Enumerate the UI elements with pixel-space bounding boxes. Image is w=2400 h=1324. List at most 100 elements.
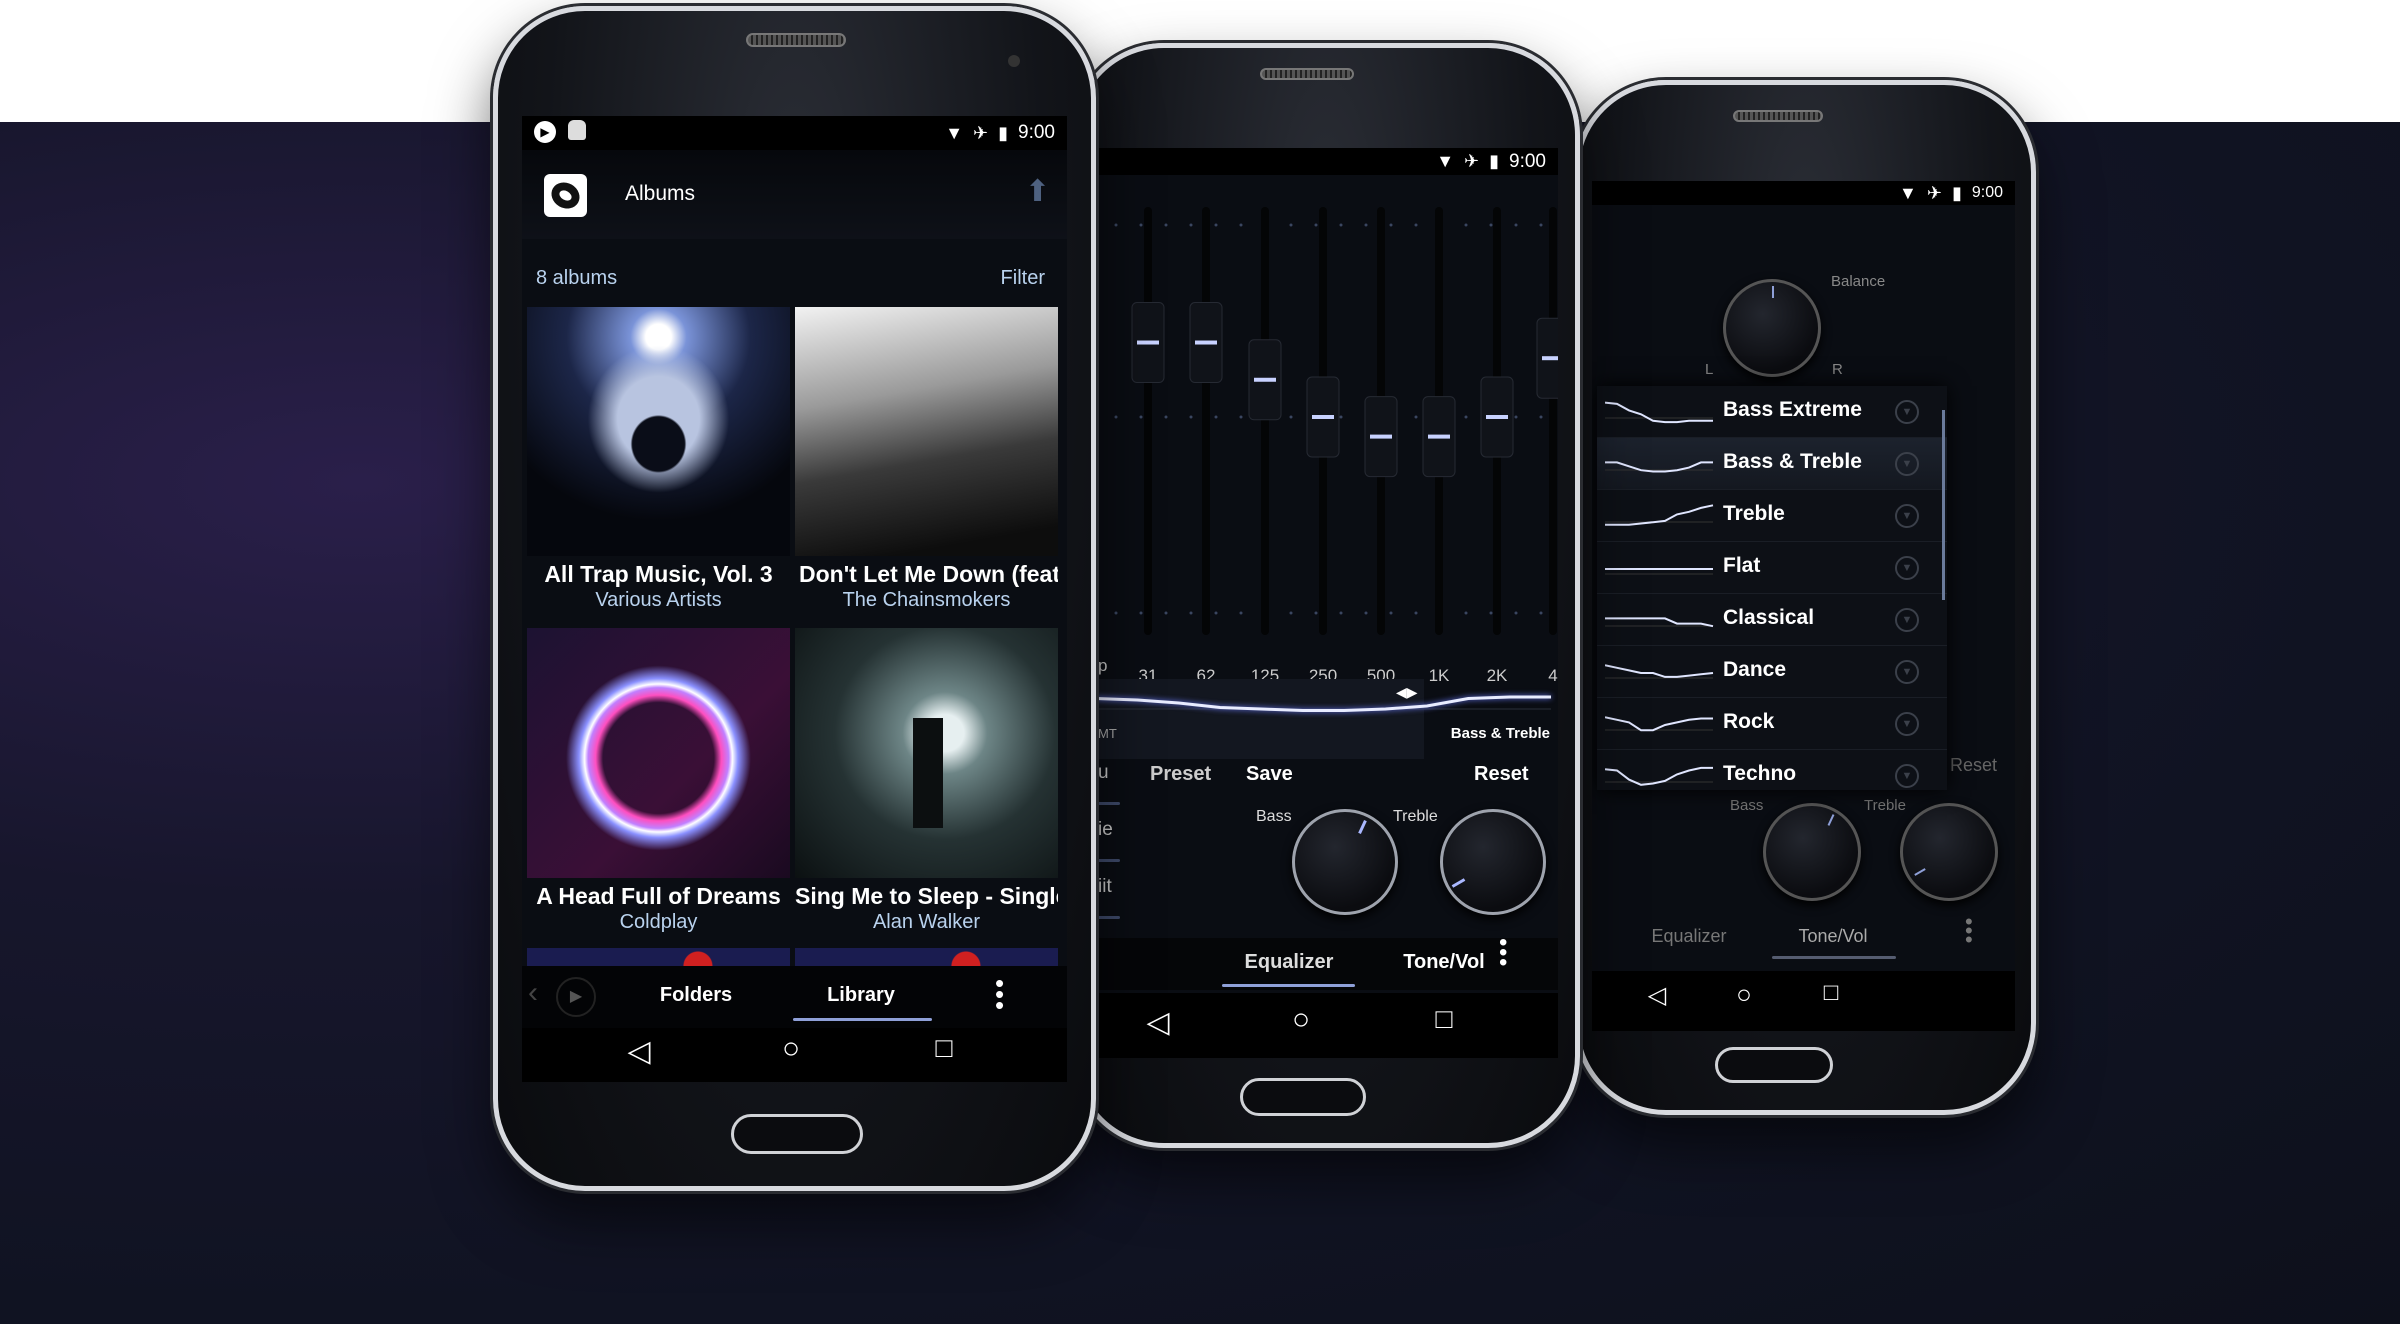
- play-circle-icon: ▶: [534, 121, 556, 143]
- airplane-icon: ✈: [973, 122, 989, 143]
- album-title: A Head Full of Dreams: [536, 883, 781, 909]
- mini-play-button[interactable]: ▶: [556, 977, 596, 1017]
- album-tile[interactable]: Sing Me to Sleep - Single Alan Walker: [795, 628, 1058, 949]
- grid-dot: [1339, 223, 1343, 227]
- nav-recents-icon[interactable]: □: [1801, 979, 1861, 1007]
- home-hardware-button[interactable]: [1240, 1078, 1366, 1116]
- slider-track[interactable]: [1261, 207, 1269, 635]
- preset-item[interactable]: Dance ▼: [1597, 646, 1947, 698]
- bass-knob[interactable]: [1763, 803, 1861, 901]
- album-tile[interactable]: A Head Full of Dreams Coldplay: [527, 628, 790, 949]
- grid-dot: [1289, 415, 1293, 419]
- preset-button[interactable]: Preset: [1150, 763, 1211, 786]
- preset-menu-icon[interactable]: ▼: [1895, 712, 1919, 736]
- bass-knob[interactable]: [1292, 809, 1398, 915]
- sidebar-fragment: MT: [1098, 726, 1117, 741]
- preset-item[interactable]: Flat ▼: [1597, 542, 1947, 594]
- grid-dot: [1539, 611, 1543, 615]
- up-arrow-icon[interactable]: ⬆: [1025, 174, 1050, 209]
- overflow-menu-icon[interactable]: • • •: [995, 970, 1004, 1018]
- preset-menu-icon[interactable]: ▼: [1895, 556, 1919, 580]
- preset-item[interactable]: Treble ▼: [1597, 490, 1947, 542]
- nav-bar: ◁ ○ □: [1592, 971, 2015, 1031]
- overflow-menu-icon[interactable]: • • •: [1965, 911, 1973, 951]
- grid-dot: [1289, 223, 1293, 227]
- slider-track[interactable]: [1144, 207, 1152, 635]
- balance-knob[interactable]: [1723, 279, 1821, 377]
- treble-knob-label: Treble: [1864, 797, 1906, 814]
- preset-menu-icon[interactable]: ▼: [1895, 608, 1919, 632]
- grid-dot: [1139, 223, 1143, 227]
- nav-back-icon[interactable]: ◁: [609, 1034, 669, 1069]
- preset-item[interactable]: Rock ▼: [1597, 698, 1947, 750]
- album-title: Sing Me to Sleep - Single: [795, 883, 1058, 909]
- slider-handle-line: [1137, 340, 1159, 345]
- filter-button[interactable]: Filter: [1001, 267, 1045, 290]
- preset-item[interactable]: Techno ▼: [1597, 750, 1947, 790]
- grid-dot: [1414, 223, 1418, 227]
- treble-knob[interactable]: [1440, 809, 1546, 915]
- preset-curve-icon: [1605, 568, 1713, 575]
- eq-sliders[interactable]: 31 62 125 250 500 1K 2K 4: [1096, 175, 1558, 685]
- slider-track[interactable]: [1549, 207, 1557, 635]
- grid-dot: [1114, 415, 1118, 419]
- active-tab-indicator: [1222, 984, 1355, 987]
- overflow-menu-icon[interactable]: • • •: [1499, 931, 1507, 975]
- status-bar: ▼ ✈ ▮ 9:00: [1096, 148, 1558, 175]
- preset-menu-icon[interactable]: ▼: [1895, 504, 1919, 528]
- home-hardware-button[interactable]: [731, 1114, 863, 1154]
- speaker-grille: [746, 33, 846, 47]
- promo-stage: ▼ ✈ ▮ 9:00 Balance L R Reset Bass Treble…: [0, 0, 2400, 1324]
- nav-home-icon[interactable]: ○: [1271, 1003, 1331, 1037]
- grid-dot: [1164, 415, 1168, 419]
- android-icon: [568, 120, 586, 140]
- preset-list-scrollbar[interactable]: [1942, 410, 1945, 600]
- preset-curve-icon: [1605, 664, 1714, 679]
- preset-curve-icon: [1605, 766, 1713, 786]
- preset-menu-icon[interactable]: ▼: [1895, 660, 1919, 684]
- album-tile[interactable]: All Trap Music, Vol. 3 Various Artists: [527, 307, 790, 628]
- tab-folders[interactable]: Folders: [616, 984, 776, 1007]
- preset-name: Dance: [1723, 658, 1787, 681]
- preset-list[interactable]: Bass Extreme ▼ Bass & Treble ▼ Treble ▼ Flat ▼ C…: [1597, 386, 1947, 790]
- preset-name: Treble: [1723, 502, 1785, 525]
- preset-menu-icon[interactable]: ▼: [1895, 400, 1919, 424]
- save-button[interactable]: Save: [1246, 763, 1293, 786]
- previous-chevron-icon[interactable]: ‹: [528, 976, 538, 1010]
- album-art: [527, 628, 790, 878]
- preset-menu-icon[interactable]: ▼: [1895, 764, 1919, 788]
- phone-equalizer: ▼ ✈ ▮ 9:00 31 62 125 250 500 1K 2K 4 p ◀▶ MT Ba…: [1072, 43, 1580, 1148]
- album-artist: The Chainsmokers: [842, 589, 1011, 611]
- slider-track[interactable]: [1202, 207, 1210, 635]
- tab-equalizer[interactable]: Equalizer: [1209, 951, 1369, 974]
- nav-recents-icon[interactable]: □: [914, 1032, 974, 1064]
- battery-charging-icon: ▮: [1489, 151, 1500, 171]
- preset-item[interactable]: Bass & Treble ▼: [1597, 438, 1947, 490]
- treble-knob[interactable]: [1900, 803, 1998, 901]
- tab-library[interactable]: Library: [781, 984, 941, 1007]
- preset-curve-line: [1605, 664, 1714, 678]
- wifi-icon: ▼: [1899, 182, 1917, 203]
- scroll-arrows-icon[interactable]: ◀▶: [1396, 684, 1418, 701]
- front-camera: [1008, 55, 1020, 67]
- preset-menu-icon[interactable]: ▼: [1895, 452, 1919, 476]
- grid-dot: [1464, 223, 1468, 227]
- status-time: 9:00: [1509, 150, 1546, 172]
- reset-button[interactable]: Reset: [1474, 763, 1528, 786]
- nav-home-icon[interactable]: ○: [1714, 979, 1774, 1010]
- album-tile[interactable]: Don't Let Me Down (feat. The Chainsmoker…: [795, 307, 1058, 628]
- preset-item[interactable]: Bass Extreme ▼: [1597, 386, 1947, 438]
- tab-equalizer[interactable]: Equalizer: [1609, 926, 1769, 947]
- nav-back-icon[interactable]: ◁: [1627, 981, 1687, 1010]
- status-bar: ▶ ▼ ✈ ▮ 9:00: [522, 116, 1067, 150]
- tab-tone-vol[interactable]: Tone/Vol: [1753, 926, 1913, 947]
- home-hardware-button[interactable]: [1715, 1047, 1833, 1083]
- grid-dot: [1389, 223, 1393, 227]
- app-logo-icon[interactable]: [544, 174, 587, 217]
- nav-recents-icon[interactable]: □: [1414, 1003, 1474, 1035]
- knob-indicator: [1451, 878, 1466, 888]
- nav-back-icon[interactable]: ◁: [1128, 1005, 1188, 1040]
- preset-name: Bass Extreme: [1723, 398, 1862, 421]
- preset-item[interactable]: Classical ▼: [1597, 594, 1947, 646]
- nav-home-icon[interactable]: ○: [761, 1032, 821, 1066]
